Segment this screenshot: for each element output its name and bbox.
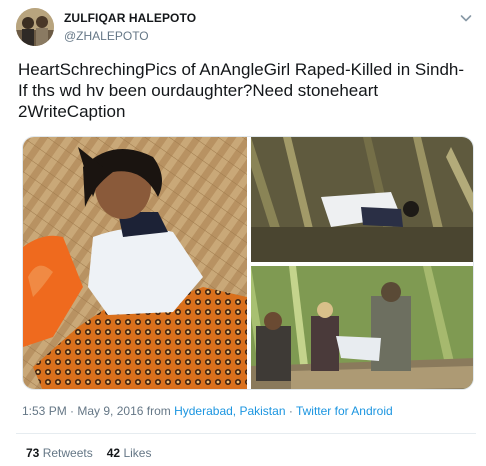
- tweet-stats: 73 Retweets 42 Likes: [26, 446, 151, 460]
- likes-count: 42: [106, 446, 121, 460]
- media-grid: [22, 136, 474, 390]
- tweet-photo-2[interactable]: [251, 137, 473, 262]
- location-link[interactable]: Hyderabad, Pakistan: [174, 404, 285, 418]
- meta-separator: ·: [285, 404, 296, 418]
- tweet-header: ZULFIQAR HALEPOTO @ZHALEPOTO: [16, 8, 476, 48]
- tweet-text: HeartSchrechingPics of AnAngleGirl Raped…: [18, 60, 465, 121]
- likes-label: Likes: [123, 446, 152, 460]
- divider: [16, 433, 476, 434]
- tweet-photo-1[interactable]: [23, 137, 247, 389]
- client-link[interactable]: Twitter for Android: [296, 404, 393, 418]
- retweets-count: 73: [26, 446, 40, 460]
- author-name[interactable]: ZULFIQAR HALEPOTO: [64, 11, 196, 25]
- retweets-stat[interactable]: 73 Retweets: [26, 446, 93, 460]
- avatar[interactable]: [16, 8, 54, 46]
- retweets-label: Retweets: [42, 446, 93, 460]
- meta-from-label: from: [143, 404, 175, 418]
- author-handle[interactable]: @ZHALEPOTO: [64, 29, 149, 43]
- chevron-down-icon[interactable]: [458, 10, 474, 26]
- tweet-time[interactable]: 1:53 PM: [22, 404, 67, 418]
- tweet-meta: 1:53 PM · May 9, 2016 from Hyderabad, Pa…: [22, 404, 393, 418]
- likes-stat[interactable]: 42 Likes: [107, 446, 152, 460]
- tweet-date[interactable]: May 9, 2016: [77, 404, 143, 418]
- meta-separator: ·: [66, 404, 78, 418]
- tweet-photo-3[interactable]: [251, 266, 473, 389]
